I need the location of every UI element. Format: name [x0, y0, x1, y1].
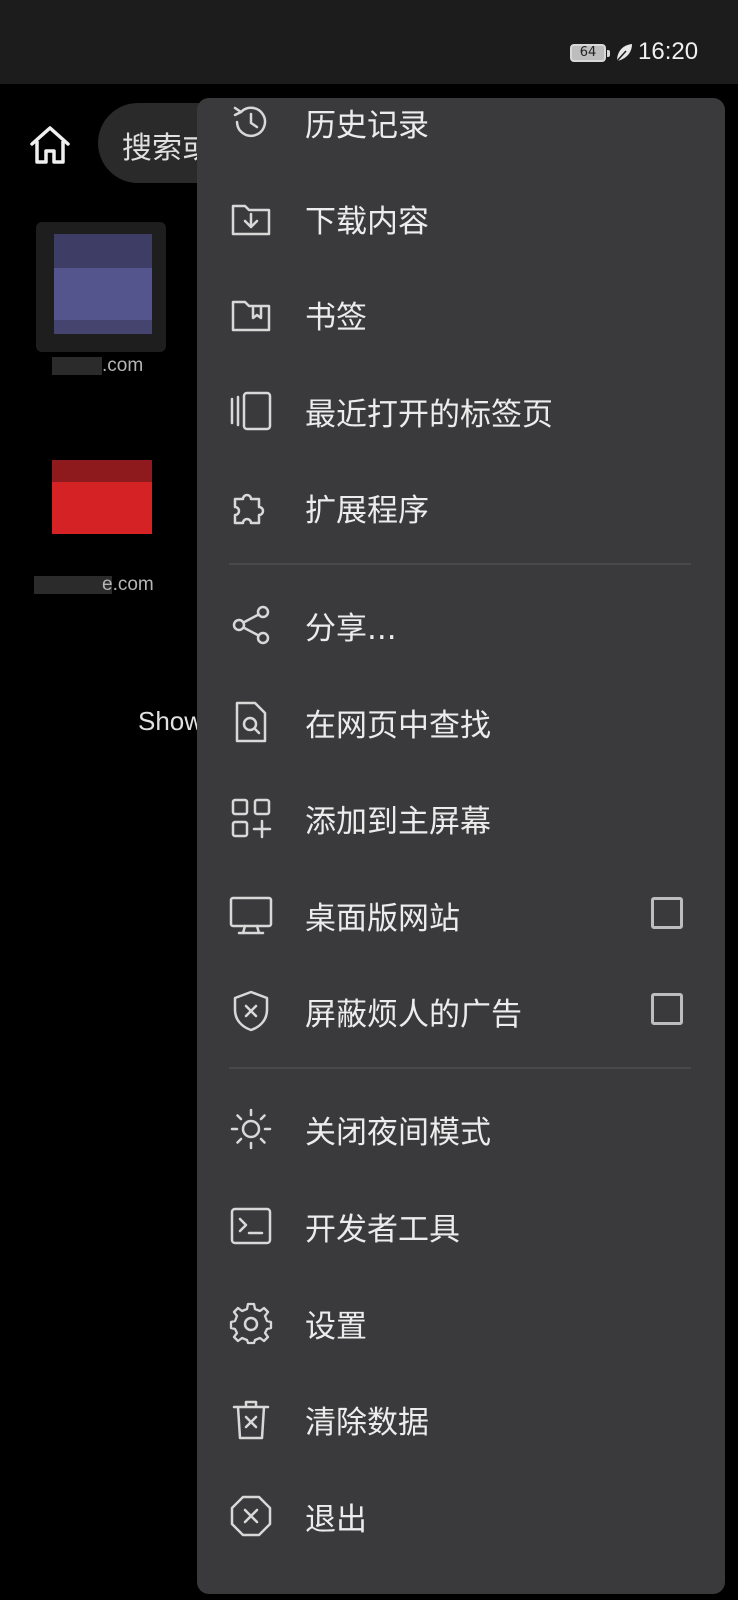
menu-label: 退出 — [305, 1502, 367, 1538]
overflow-menu: 历史记录 下载内容 书签 最近打开的标签页 扩展程序 分享... 在网页中查找 … — [197, 98, 725, 1594]
menu-label: 历史记录 — [305, 108, 429, 144]
menu-label: 扩展程序 — [305, 493, 429, 529]
sun-icon — [230, 1108, 272, 1150]
desktop-site-checkbox[interactable] — [651, 897, 683, 929]
menu-item-block-ads[interactable]: 屏蔽烦人的广告 — [197, 961, 725, 1057]
menu-label: 添加到主屏幕 — [305, 804, 491, 840]
menu-item-night-mode[interactable]: 关闭夜间模式 — [197, 1079, 725, 1175]
status-time: 16:20 — [638, 38, 699, 65]
menu-label: 分享... — [305, 611, 397, 647]
menu-item-history[interactable]: 历史记录 — [197, 98, 725, 168]
redacted-text — [52, 357, 102, 375]
shield-x-icon — [233, 990, 269, 1032]
menu-label: 桌面版网站 — [305, 901, 460, 937]
puzzle-icon — [233, 493, 265, 525]
block-ads-checkbox[interactable] — [651, 993, 683, 1025]
menu-divider — [229, 1067, 691, 1069]
battery-level: 64 — [579, 45, 597, 60]
battery-icon: 64 — [570, 44, 610, 62]
menu-item-add-to-home[interactable]: 添加到主屏幕 — [197, 768, 725, 864]
shortcut-label-2: e.com — [102, 574, 154, 595]
shortcut-tile-2[interactable] — [52, 460, 152, 534]
desktop-icon — [229, 896, 273, 935]
trash-icon — [232, 1400, 270, 1440]
menu-item-exit[interactable]: 退出 — [197, 1466, 725, 1562]
bookmark-folder-icon — [231, 300, 271, 332]
add-to-home-icon — [231, 798, 272, 839]
recent-tabs-icon — [230, 391, 272, 431]
menu-label: 清除数据 — [305, 1405, 429, 1441]
menu-label: 书签 — [305, 300, 367, 336]
menu-label: 关闭夜间模式 — [305, 1115, 491, 1151]
shortcut-label-1: .com — [102, 355, 144, 376]
menu-label: 设置 — [305, 1309, 367, 1345]
menu-item-recent-tabs[interactable]: 最近打开的标签页 — [197, 361, 725, 457]
status-bar: 64 16:20 — [0, 0, 738, 84]
menu-item-settings[interactable]: 设置 — [197, 1273, 725, 1369]
menu-label: 最近打开的标签页 — [305, 397, 553, 433]
menu-item-share[interactable]: 分享... — [197, 575, 725, 671]
find-in-page-icon — [235, 701, 267, 743]
menu-item-bookmarks[interactable]: 书签 — [197, 264, 725, 360]
home-icon[interactable] — [26, 122, 74, 170]
menu-item-extensions[interactable]: 扩展程序 — [197, 457, 725, 553]
menu-item-desktop-site[interactable]: 桌面版网站 — [197, 865, 725, 961]
redacted-text — [34, 576, 112, 594]
menu-divider — [229, 563, 691, 565]
gear-icon — [229, 1302, 273, 1345]
menu-item-downloads[interactable]: 下载内容 — [197, 168, 725, 264]
menu-item-find-in-page[interactable]: 在网页中查找 — [197, 672, 725, 768]
shortcut-tile-1[interactable] — [36, 222, 166, 352]
history-icon — [233, 106, 267, 138]
share-icon — [232, 605, 270, 645]
menu-label: 屏蔽烦人的广告 — [305, 997, 522, 1033]
exit-icon — [230, 1495, 272, 1537]
menu-label: 开发者工具 — [305, 1212, 460, 1248]
menu-item-devtools[interactable]: 开发者工具 — [197, 1176, 725, 1272]
menu-label: 下载内容 — [305, 204, 429, 240]
download-folder-icon — [231, 204, 271, 236]
terminal-icon — [230, 1207, 272, 1245]
leaf-icon — [616, 44, 632, 62]
menu-label: 在网页中查找 — [305, 708, 491, 744]
show-link[interactable]: Show — [138, 706, 203, 737]
menu-item-clear-data[interactable]: 清除数据 — [197, 1369, 725, 1465]
